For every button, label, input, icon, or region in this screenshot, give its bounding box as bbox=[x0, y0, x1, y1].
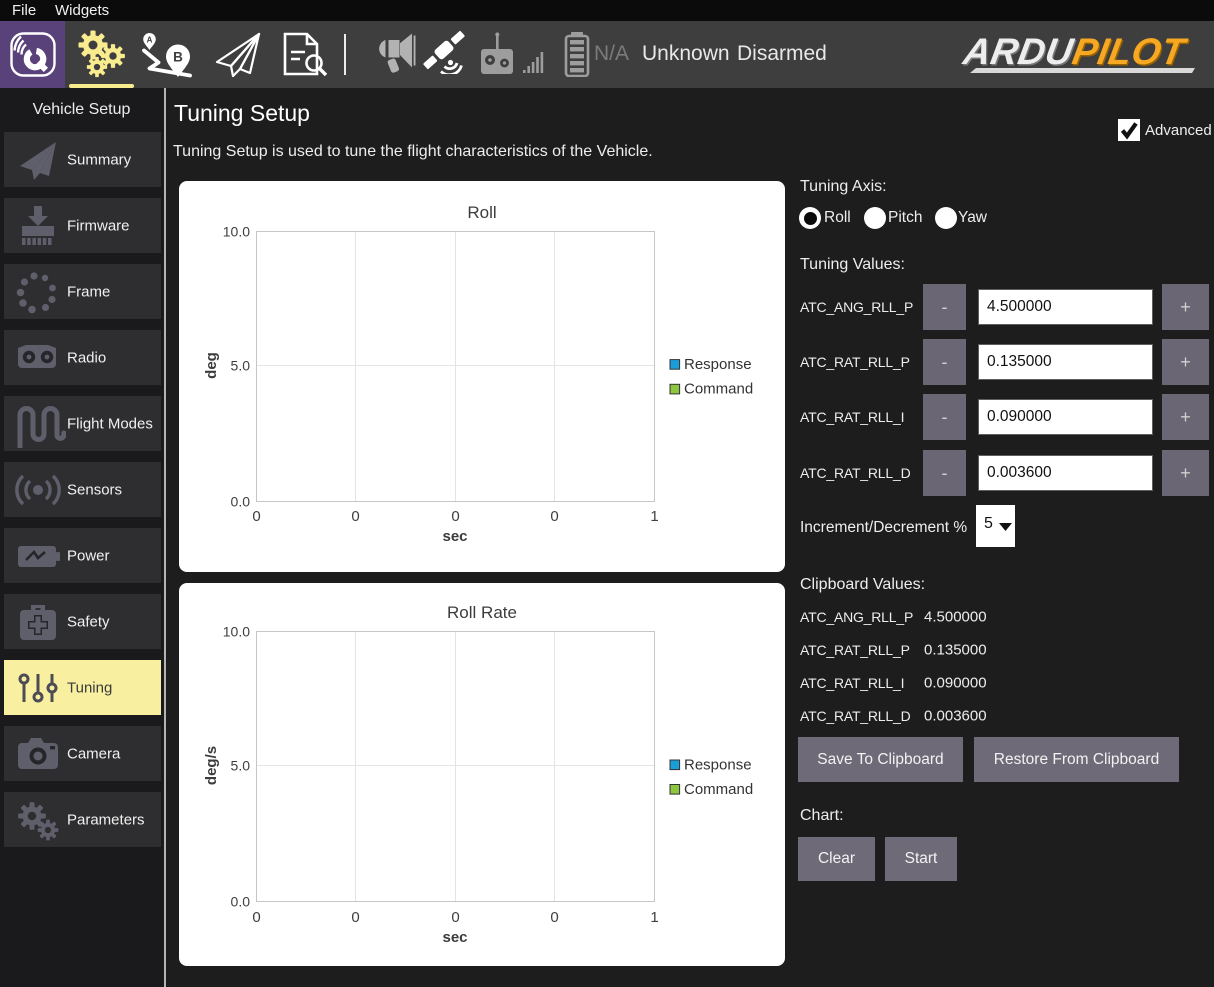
svg-text:5.0: 5.0 bbox=[231, 758, 251, 774]
svg-text:B: B bbox=[173, 50, 183, 65]
svg-text:deg/s: deg/s bbox=[203, 746, 220, 785]
svg-text:sec: sec bbox=[442, 528, 467, 545]
svg-text:10.0: 10.0 bbox=[223, 224, 250, 240]
svg-text:Roll Rate: Roll Rate bbox=[447, 603, 517, 622]
svg-text:0: 0 bbox=[451, 909, 459, 926]
svg-text:0.0: 0.0 bbox=[231, 893, 251, 909]
svg-text:0: 0 bbox=[252, 508, 260, 525]
svg-text:Response: Response bbox=[684, 756, 752, 773]
svg-text:1: 1 bbox=[650, 909, 658, 926]
svg-text:Response: Response bbox=[684, 356, 752, 373]
svg-text:5.0: 5.0 bbox=[231, 358, 251, 374]
svg-text:1: 1 bbox=[650, 508, 658, 525]
svg-text:Roll: Roll bbox=[467, 203, 496, 222]
svg-text:0: 0 bbox=[351, 909, 359, 926]
svg-text:0.0: 0.0 bbox=[231, 493, 251, 509]
svg-text:0: 0 bbox=[550, 508, 558, 525]
svg-text:0: 0 bbox=[351, 508, 359, 525]
svg-text:0: 0 bbox=[252, 909, 260, 926]
svg-text:10.0: 10.0 bbox=[223, 624, 250, 640]
svg-text:Command: Command bbox=[684, 781, 753, 798]
svg-text:0: 0 bbox=[550, 909, 558, 926]
svg-text:Command: Command bbox=[684, 381, 753, 398]
svg-text:A: A bbox=[147, 36, 153, 45]
svg-text:0: 0 bbox=[451, 508, 459, 525]
svg-text:sec: sec bbox=[442, 929, 467, 946]
svg-text:deg: deg bbox=[203, 352, 220, 379]
